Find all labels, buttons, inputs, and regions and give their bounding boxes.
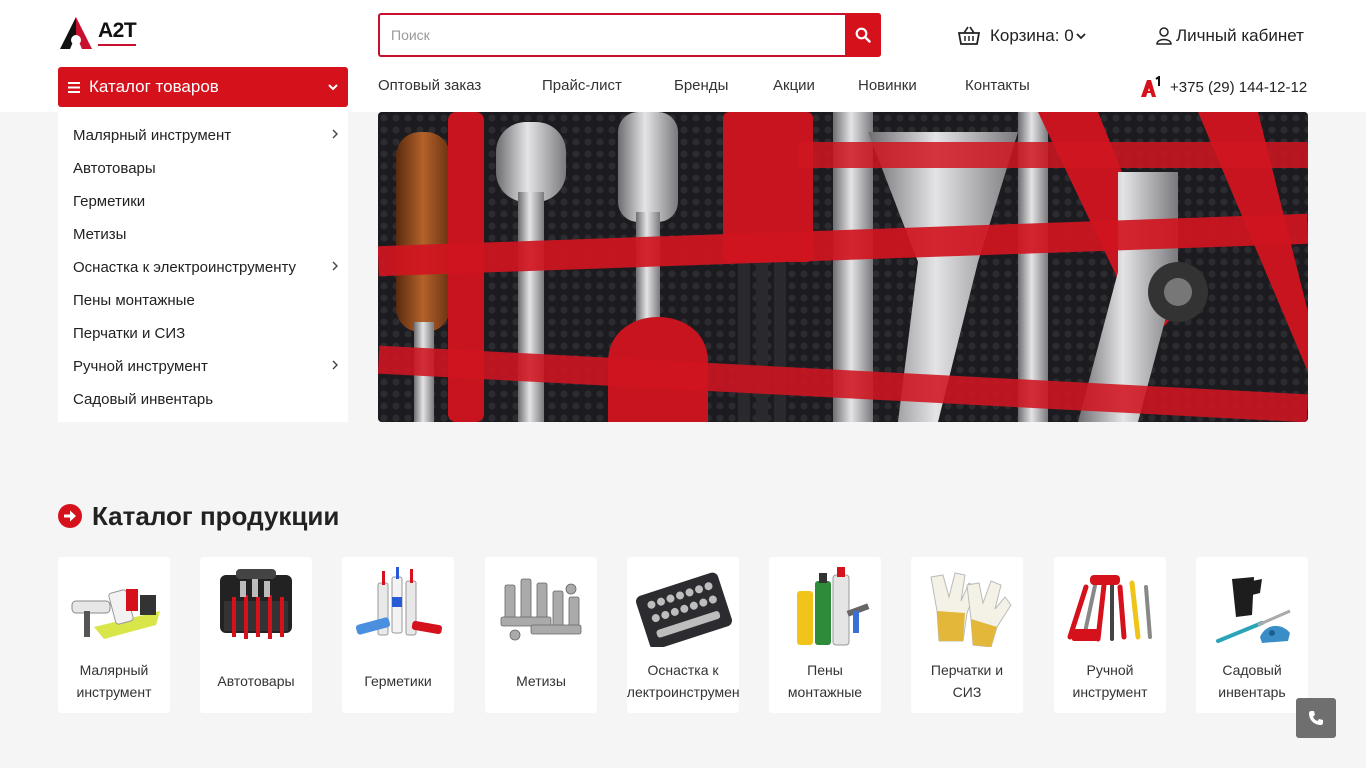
sidebar-item-power-tool-accessories[interactable]: Оснастка к электроинструменту xyxy=(58,251,348,284)
product-card-power-tool-accessories[interactable]: Оснастка к электроинструмент xyxy=(627,557,739,713)
section-title: Каталог продукции xyxy=(92,500,340,531)
product-card-sealants[interactable]: Герметики xyxy=(342,557,454,713)
gloves-icon xyxy=(930,572,1012,647)
search-input[interactable] xyxy=(380,15,845,55)
category-sidebar: Малярный инструмент Автотовары Герметики… xyxy=(58,112,348,422)
nav-new-arrivals[interactable]: Новинки xyxy=(858,77,917,97)
phone-link[interactable]: +375 (29) 144-12-12 xyxy=(1140,76,1307,98)
hamburger-icon xyxy=(68,81,80,93)
chevron-down-icon xyxy=(328,84,338,91)
product-card-label: Автотовары xyxy=(217,673,295,689)
search-button[interactable] xyxy=(845,13,881,57)
car-tools-icon xyxy=(220,569,292,639)
sidebar-item-label: Пены монтажные xyxy=(73,292,195,309)
product-card-label: Садовый инвентарь xyxy=(1218,662,1286,700)
sidebar-item-mounting-foam[interactable]: Пены монтажные xyxy=(58,284,348,317)
sidebar-item-label: Метизы xyxy=(73,226,127,243)
callback-button[interactable] xyxy=(1296,698,1336,738)
search-icon xyxy=(855,27,871,43)
sidebar-item-auto-goods[interactable]: Автотовары xyxy=(58,152,348,185)
search-bar xyxy=(378,13,881,57)
sidebar-item-label: Малярный инструмент xyxy=(73,127,232,144)
logo-text: A2T xyxy=(98,20,137,46)
sidebar-item-sealants[interactable]: Герметики xyxy=(58,185,348,218)
user-icon xyxy=(1156,27,1172,45)
garden-tools-icon xyxy=(1216,577,1291,643)
sealant-tubes-icon xyxy=(355,567,442,636)
sidebar-item-label: Автотовары xyxy=(73,160,156,177)
cart-link[interactable]: Корзина: 0 xyxy=(958,24,1086,48)
nav-promotions[interactable]: Акции xyxy=(773,77,815,97)
sidebar-item-label: Оснастка к электроинструменту xyxy=(73,259,297,276)
paint-tools-icon xyxy=(71,589,160,639)
logo-mark-icon xyxy=(60,17,92,49)
nav-contacts[interactable]: Контакты xyxy=(965,77,1030,97)
a1-operator-logo-icon xyxy=(1141,76,1160,97)
sidebar-item-fasteners[interactable]: Метизы xyxy=(58,218,348,251)
chevron-right-icon xyxy=(332,360,338,370)
sidebar-item-painting-tools[interactable]: Малярный инструмент xyxy=(58,119,348,152)
product-card-hand-tools[interactable]: Ручной инструмент xyxy=(1054,557,1166,713)
product-card-label: Герметики xyxy=(364,673,432,689)
hero-banner[interactable] xyxy=(378,112,1308,422)
hand-tools-icon xyxy=(1067,575,1152,642)
site-logo[interactable]: A2T xyxy=(58,14,140,52)
product-card-label: Ручной инструмент xyxy=(1072,662,1148,700)
catalog-section-header: Каталог продукции xyxy=(58,500,339,532)
product-card-auto-goods[interactable]: Автотовары xyxy=(200,557,312,713)
nav-price-list[interactable]: Прайс-лист xyxy=(542,77,622,97)
chevron-right-icon xyxy=(332,261,338,271)
sidebar-item-label: Герметики xyxy=(73,193,146,210)
phone-icon xyxy=(1309,711,1323,725)
account-label: Личный кабинет xyxy=(1176,26,1304,45)
sidebar-item-label: Перчатки и СИЗ xyxy=(73,325,186,342)
phone-number: +375 (29) 144-12-12 xyxy=(1170,78,1308,96)
basket-icon xyxy=(958,26,980,45)
sidebar-item-hand-tools[interactable]: Ручной инструмент xyxy=(58,350,348,383)
arrow-right-circle-icon xyxy=(58,504,82,528)
bolts-icon xyxy=(500,578,582,641)
product-card-label: Оснастка к электроинструмент xyxy=(627,662,739,700)
sidebar-item-garden-tools[interactable]: Садовый инвентарь xyxy=(58,383,348,416)
sidebar-item-label: Ручной инструмент xyxy=(73,358,208,375)
chevron-right-icon xyxy=(332,129,338,139)
product-card-gloves-ppe[interactable]: Перчатки и СИЗ xyxy=(911,557,1023,713)
product-card-label: Пены монтажные xyxy=(787,662,863,700)
product-card-label: Метизы xyxy=(516,673,566,689)
product-card-label: Малярный инструмент xyxy=(76,662,152,700)
product-card-label: Перчатки и СИЗ xyxy=(930,662,1004,700)
product-card-mounting-foam[interactable]: Пены монтажные xyxy=(769,557,881,713)
tools-banner-image xyxy=(378,112,1308,422)
foam-cans-icon xyxy=(797,567,870,646)
sidebar-item-label: Садовый инвентарь xyxy=(73,391,214,408)
nav-brands[interactable]: Бренды xyxy=(674,77,728,97)
catalog-menu-label: Каталог товаров xyxy=(89,77,219,96)
nav-wholesale[interactable]: Оптовый заказ xyxy=(378,77,481,97)
chevron-down-icon xyxy=(1076,33,1086,40)
cart-label: Корзина: 0 xyxy=(990,26,1074,45)
catalog-menu-button[interactable]: Каталог товаров xyxy=(58,67,348,107)
product-card-painting-tools[interactable]: Малярный инструмент xyxy=(58,557,170,713)
product-card-fasteners[interactable]: Метизы xyxy=(485,557,597,713)
account-link[interactable]: Личный кабинет xyxy=(1156,24,1304,48)
product-card-garden-tools[interactable]: Садовый инвентарь xyxy=(1196,557,1308,713)
socket-set-icon xyxy=(636,572,732,647)
sidebar-item-gloves-ppe[interactable]: Перчатки и СИЗ xyxy=(58,317,348,350)
